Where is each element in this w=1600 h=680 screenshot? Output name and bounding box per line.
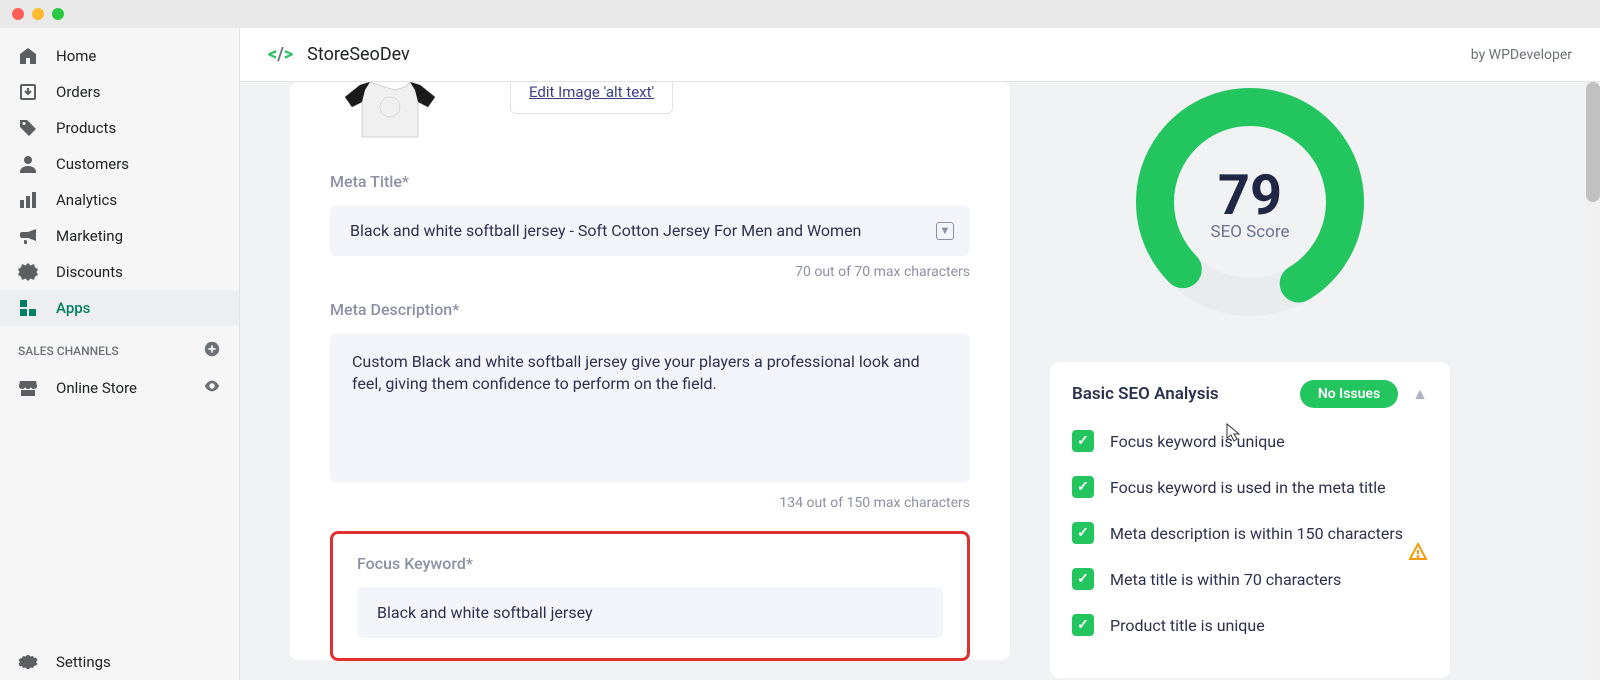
checkmark-icon: ✓ bbox=[1072, 568, 1094, 590]
sidebar-item-label: Discounts bbox=[56, 263, 123, 281]
sales-channels-header: SALES CHANNELS bbox=[0, 326, 239, 369]
meta-description-count: 134 out of 150 max characters bbox=[330, 495, 970, 511]
check-text: Focus keyword is unique bbox=[1110, 430, 1285, 454]
sidebar-item-online-store[interactable]: Online Store bbox=[0, 369, 239, 407]
meta-title-count: 70 out of 70 max characters bbox=[330, 264, 970, 280]
person-icon bbox=[18, 154, 38, 174]
check-item: ✓ Focus keyword is used in the meta title bbox=[1072, 476, 1428, 500]
window-maximize-button[interactable] bbox=[52, 8, 64, 20]
check-text: Product title is unique bbox=[1110, 614, 1265, 638]
analysis-title: Basic SEO Analysis bbox=[1072, 384, 1219, 404]
sidebar-item-label: Analytics bbox=[56, 191, 117, 209]
sidebar-item-label: Customers bbox=[56, 155, 129, 173]
orders-icon bbox=[18, 82, 38, 102]
checkmark-icon: ✓ bbox=[1072, 614, 1094, 636]
focus-keyword-input[interactable] bbox=[357, 587, 943, 638]
sidebar-item-analytics[interactable]: Analytics bbox=[0, 182, 239, 218]
sidebar-item-customers[interactable]: Customers bbox=[0, 146, 239, 182]
seo-score-ring: 79 SEO Score bbox=[1130, 82, 1370, 322]
checkmark-icon: ✓ bbox=[1072, 430, 1094, 452]
view-store-icon[interactable] bbox=[203, 377, 221, 399]
section-label: SALES CHANNELS bbox=[18, 344, 119, 358]
jersey-icon bbox=[340, 82, 450, 142]
sidebar-item-label: Marketing bbox=[56, 227, 123, 245]
meta-title-label: Meta Title* bbox=[330, 172, 970, 191]
sidebar-item-label: Apps bbox=[56, 299, 90, 317]
meta-title-group: Meta Title* ▼ 70 out of 70 max character… bbox=[330, 172, 970, 280]
sidebar-item-orders[interactable]: Orders bbox=[0, 74, 239, 110]
seo-score-value: 79 bbox=[1211, 162, 1290, 228]
discount-icon bbox=[18, 262, 38, 282]
meta-description-input[interactable] bbox=[330, 333, 970, 483]
analysis-header[interactable]: Basic SEO Analysis No Issues ▲ bbox=[1072, 380, 1428, 408]
megaphone-icon bbox=[18, 226, 38, 246]
sidebar: Home Orders Products Customers Analytics bbox=[0, 28, 240, 680]
meta-title-input[interactable] bbox=[330, 205, 970, 256]
product-image bbox=[330, 82, 460, 142]
window-close-button[interactable] bbox=[12, 8, 24, 20]
gear-icon bbox=[18, 652, 38, 672]
warning-icon bbox=[1408, 542, 1428, 566]
sidebar-item-label: Settings bbox=[56, 653, 111, 671]
autofill-icon[interactable]: ▼ bbox=[936, 222, 954, 240]
seo-score-label: SEO Score bbox=[1211, 222, 1290, 242]
checkmark-icon: ✓ bbox=[1072, 522, 1094, 544]
sidebar-item-label: Products bbox=[56, 119, 116, 137]
seo-form-panel: Edit Image 'alt text' Meta Title* ▼ 70 o… bbox=[290, 82, 1010, 660]
seo-analysis-card: Basic SEO Analysis No Issues ▲ ✓ Focus ke… bbox=[1050, 362, 1450, 678]
brand-logo-icon: </> bbox=[268, 44, 293, 65]
focus-keyword-highlight: Focus Keyword* bbox=[330, 531, 970, 661]
app-header: </> StoreSeoDev by WPDeveloper bbox=[240, 28, 1600, 82]
chart-icon bbox=[18, 190, 38, 210]
check-item: ✓ Focus keyword is unique bbox=[1072, 430, 1428, 454]
check-text: Meta description is within 150 character… bbox=[1110, 522, 1403, 546]
meta-description-group: Meta Description* 134 out of 150 max cha… bbox=[330, 300, 970, 511]
store-icon bbox=[18, 378, 38, 398]
by-developer: by WPDeveloper bbox=[1471, 47, 1572, 63]
chevron-up-icon[interactable]: ▲ bbox=[1412, 384, 1428, 404]
no-issues-badge: No Issues bbox=[1300, 380, 1398, 408]
window-minimize-button[interactable] bbox=[32, 8, 44, 20]
sidebar-item-products[interactable]: Products bbox=[0, 110, 239, 146]
sidebar-item-marketing[interactable]: Marketing bbox=[0, 218, 239, 254]
checkmark-icon: ✓ bbox=[1072, 476, 1094, 498]
content-area: </> StoreSeoDev by WPDeveloper Edi bbox=[240, 28, 1600, 680]
check-text: Focus keyword is used in the meta title bbox=[1110, 476, 1386, 500]
add-channel-icon[interactable] bbox=[203, 340, 221, 361]
sidebar-item-label: Home bbox=[56, 47, 96, 65]
sidebar-item-home[interactable]: Home bbox=[0, 38, 239, 74]
sidebar-item-apps[interactable]: Apps bbox=[0, 290, 239, 326]
check-list: ✓ Focus keyword is unique ✓ Focus keyword i… bbox=[1072, 430, 1428, 638]
focus-keyword-label: Focus Keyword* bbox=[357, 554, 943, 573]
check-item: ✓ Meta description is within 150 characte… bbox=[1072, 522, 1428, 546]
check-item: ✓ Product title is unique bbox=[1072, 614, 1428, 638]
scrollbar-track[interactable] bbox=[1586, 82, 1600, 680]
window-titlebar bbox=[0, 0, 1600, 28]
apps-icon bbox=[18, 298, 38, 318]
app-name: StoreSeoDev bbox=[307, 44, 410, 65]
edit-image-alt-link[interactable]: Edit Image 'alt text' bbox=[510, 82, 673, 114]
meta-description-label: Meta Description* bbox=[330, 300, 970, 319]
check-item: ✓ Meta title is within 70 characters bbox=[1072, 568, 1428, 592]
home-icon bbox=[18, 46, 38, 66]
sidebar-item-discounts[interactable]: Discounts bbox=[0, 254, 239, 290]
sidebar-item-settings[interactable]: Settings bbox=[0, 644, 239, 680]
app-brand: </> StoreSeoDev bbox=[268, 44, 410, 65]
seo-score-panel: 79 SEO Score Basic SEO Analysis No Issue… bbox=[1050, 82, 1450, 660]
sidebar-item-label: Orders bbox=[56, 83, 101, 101]
scrollbar-thumb[interactable] bbox=[1586, 82, 1600, 202]
check-text: Meta title is within 70 characters bbox=[1110, 568, 1341, 592]
tag-icon bbox=[18, 118, 38, 138]
sidebar-item-label: Online Store bbox=[56, 379, 137, 397]
